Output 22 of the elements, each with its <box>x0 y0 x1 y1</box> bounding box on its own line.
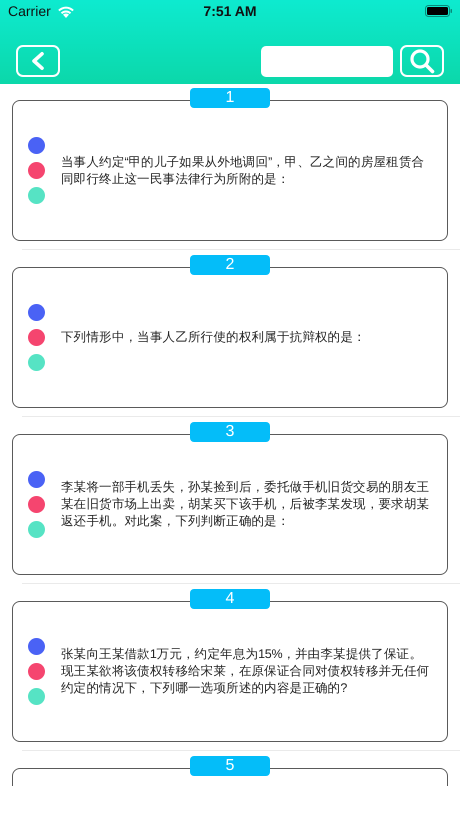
question-number: 4 <box>190 589 270 609</box>
question-number: 2 <box>190 255 270 275</box>
question-number: 3 <box>190 422 270 442</box>
wifi-icon <box>56 4 75 18</box>
question-text: 当事人约定“甲的儿子如果从外地调回”，甲、乙之间的房屋租赁合同即行终止这一民事法律行为所附的是： <box>61 154 426 188</box>
question-card[interactable]: 李某将一部手机丢失，孙某捡到后，委托做手机旧货交易的朋友王某在旧货市场上出卖，胡某买下该手机，后被李某发现，要求胡某返还手机。对此案，下列判断正确的是： 3 <box>12 422 448 575</box>
back-button[interactable] <box>16 45 60 77</box>
question-card[interactable]: 下列情形中，当事人乙所行使的权利属于抗辩权的是： 2 <box>12 255 448 408</box>
search-button[interactable] <box>400 45 444 77</box>
question-text: 下列情形中，当事人乙所行使的权利属于抗辩权的是： <box>61 329 367 346</box>
question-number: 1 <box>190 88 270 108</box>
question-card[interactable]: 当事人约定“甲的儿子如果从外地调回”，甲、乙之间的房屋租赁合同即行终止这一民事法律行为所附的是： 1 <box>12 88 448 241</box>
clock-time: 7:51 AM <box>203 3 257 19</box>
question-card[interactable]: 张某向王某借款1万元，约定年息为15%，并由李某提供了保证。现王某欲将该债权转移给宋莱，在原保证合同对债权转移并无任何约定的情况下，下列哪一选项所述的内容是正确的? 4 <box>12 589 448 742</box>
search-field[interactable] <box>261 46 393 76</box>
search-icon <box>409 48 435 74</box>
chevron-left-icon <box>30 51 46 71</box>
battery-icon <box>424 5 452 17</box>
question-text: 张某向王某借款1万元，约定年息为15%，并由李某提供了保证。现王某欲将该债权转移给宋莱，在原保证合同对债权转移并无任何约定的情况下，下列哪一选项所述的内容是正确的? <box>61 646 430 697</box>
question-number: 5 <box>190 756 270 776</box>
question-text: 李某将一部手机丢失，孙某捡到后，委托做手机旧货交易的朋友王某在旧货市场上出卖，胡某买下该手机，后被李某发现，要求胡某返还手机。对此案，下列判断正确的是： <box>61 479 430 530</box>
carrier-label: Carrier <box>8 3 51 19</box>
